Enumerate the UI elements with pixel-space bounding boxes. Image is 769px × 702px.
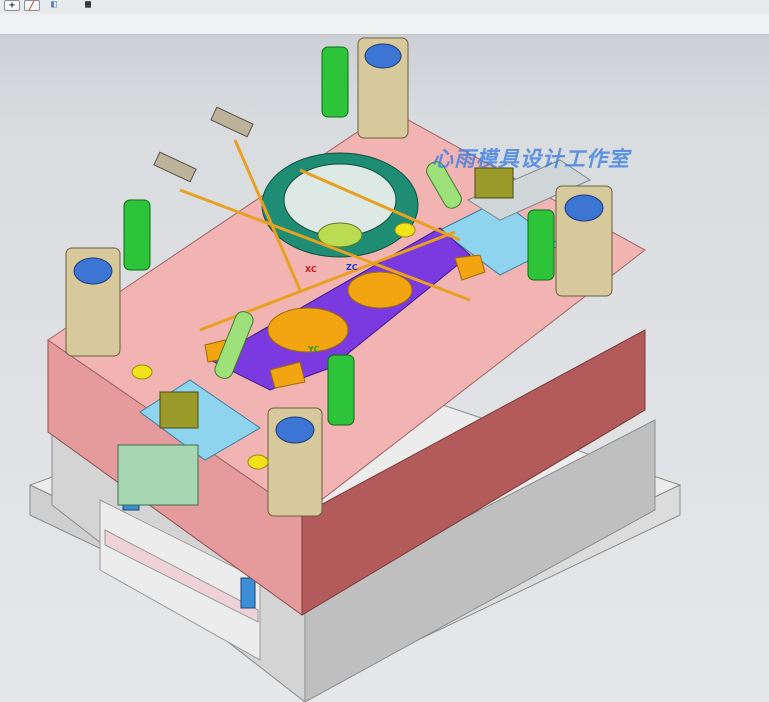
grid-icon[interactable]: ▦ (80, 0, 96, 11)
graphics-header-bar (0, 14, 769, 35)
zc-axis-label: ZC (346, 263, 358, 272)
mold-assembly-model (28, 37, 682, 702)
locating-ring (261, 152, 419, 258)
graphics-viewport[interactable]: 心雨模具设计工作室 XC ZC YC (0, 35, 769, 702)
xc-axis-label: XC (305, 265, 317, 274)
toolbar: + ╱ ◧ ▦ (0, 0, 769, 15)
plus-icon[interactable]: + (4, 0, 20, 11)
view-icon[interactable]: ◧ (46, 0, 62, 11)
spring (240, 577, 256, 609)
line-icon[interactable]: ╱ (24, 0, 40, 11)
watermark-text: 心雨模具设计工作室 (432, 147, 630, 171)
yc-axis-label: YC (308, 345, 320, 354)
